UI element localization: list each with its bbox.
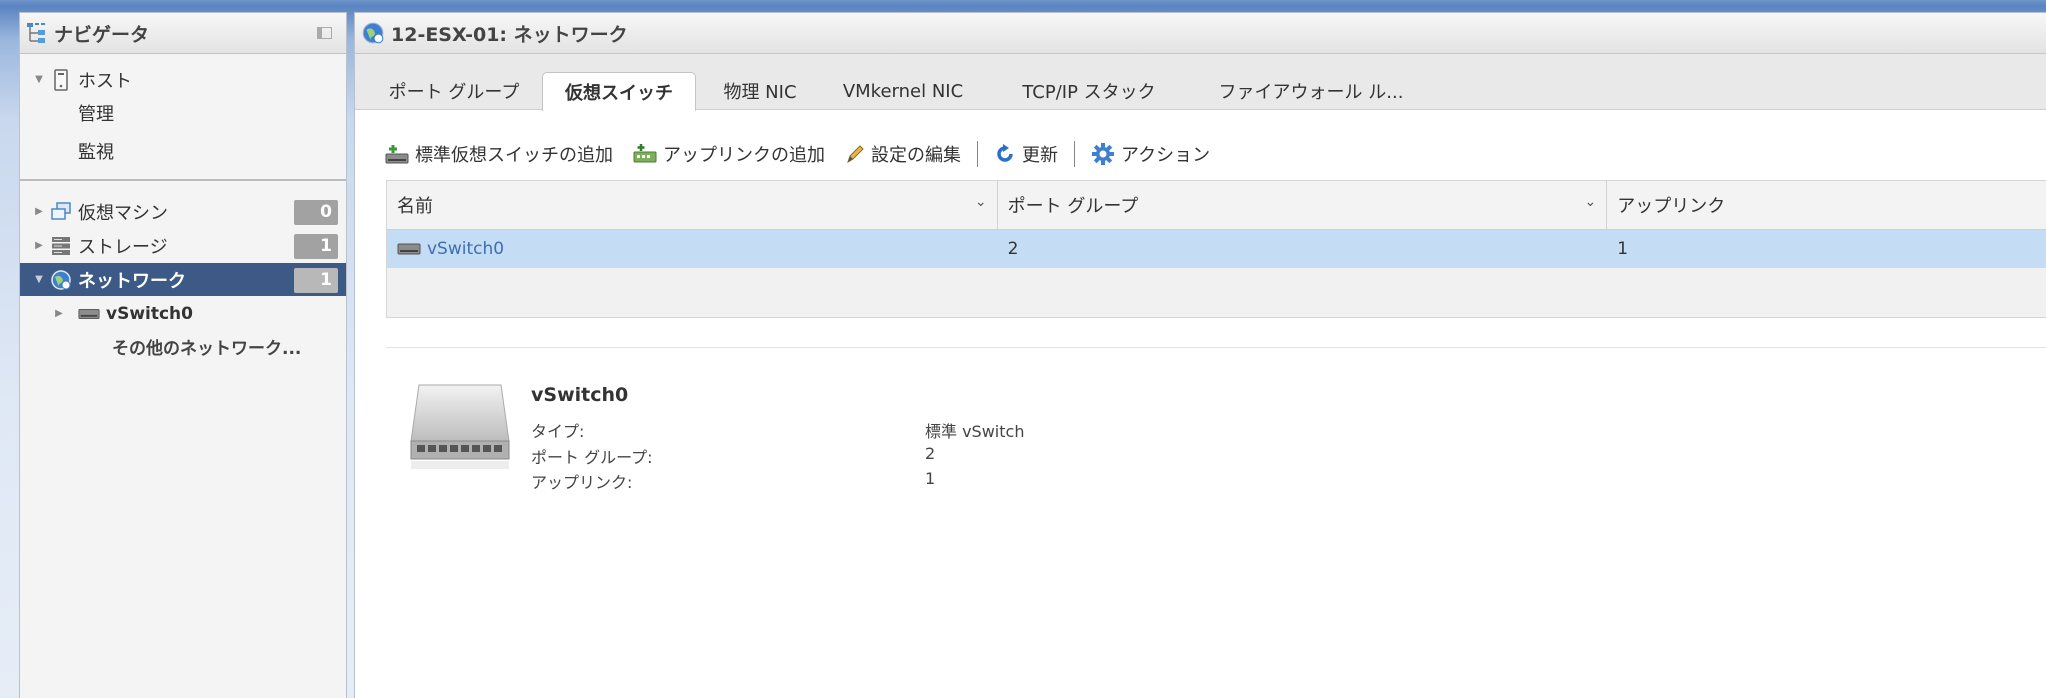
cell-text: 1 (1617, 239, 1629, 259)
table-cell-name[interactable]: vSwitch0 (387, 230, 998, 268)
nav-item-storage[interactable]: ▶ ストレージ 1 (20, 229, 346, 262)
main-panel: 12-ESX-01: ネットワーク ポート グループ 仮想スイッチ 物理 NIC… (354, 12, 2046, 698)
tab-label: ファイアウォール ル... (1218, 82, 1404, 103)
actions-label: アクション (1121, 145, 1211, 166)
nav-item-label: 管理 (78, 103, 114, 125)
navigator-header: ナビゲータ (20, 13, 346, 54)
edit-settings-label: 設定の編集 (871, 145, 961, 166)
cell-text: vSwitch0 (427, 239, 505, 259)
column-header-name[interactable]: 名前 ⌄ (387, 181, 998, 229)
navigator-icon (26, 21, 48, 45)
tab-label: TCP/IP スタック (1022, 82, 1156, 103)
cell-text: 2 (1007, 239, 1019, 259)
column-label: アップリンク (1617, 196, 1726, 217)
nav-item-other-networks[interactable]: その他のネットワーク... (20, 330, 346, 363)
page-title: 12-ESX-01: ネットワーク (391, 23, 628, 46)
add-uplink-button[interactable]: アップリンクの追加 (633, 141, 825, 167)
tab-label: 仮想スイッチ (565, 83, 673, 104)
collapse-navigator-button[interactable] (317, 27, 332, 39)
switch-icon (78, 303, 100, 325)
add-switch-icon (385, 143, 415, 165)
nav-item-label: ホスト (78, 70, 132, 92)
nav-item-vswitch0[interactable]: ▶ vSwitch0 (20, 297, 346, 330)
add-standard-switch-label: 標準仮想スイッチの追加 (415, 145, 613, 166)
network-globe-icon (361, 21, 385, 45)
switch-image-icon (405, 379, 515, 479)
nav-item-label: vSwitch0 (106, 303, 193, 324)
nav-item-host[interactable]: ▼ ホスト (20, 63, 346, 96)
navigator-title: ナビゲータ (54, 23, 150, 46)
switch-icon (397, 242, 421, 256)
tab-label: ポート グループ (388, 82, 520, 103)
main-header: 12-ESX-01: ネットワーク (355, 13, 2046, 54)
add-uplink-icon (633, 143, 663, 165)
toolbar-separator (977, 141, 978, 167)
navigator-divider (20, 179, 346, 181)
storage-count-badge: 1 (294, 234, 338, 259)
gear-icon (1091, 142, 1121, 166)
chevron-down-icon[interactable]: ⌄ (975, 194, 987, 210)
tab-label: 物理 NIC (723, 82, 797, 103)
detail-port-groups-label: ポート グループ: (531, 448, 653, 467)
tab-port-groups[interactable]: ポート グループ (365, 72, 543, 110)
nav-item-label: 仮想マシン (78, 202, 168, 224)
tab-vmkernel-nics[interactable]: VMkernel NIC (823, 72, 983, 110)
chevron-down-icon[interactable]: ⌄ (1585, 194, 1597, 210)
nav-item-label: ネットワーク (78, 270, 186, 292)
column-label: 名前 (397, 196, 433, 217)
refresh-button[interactable]: 更新 (994, 141, 1058, 167)
network-globe-icon (50, 269, 72, 291)
tab-tcpip-stacks[interactable]: TCP/IP スタック (989, 72, 1189, 110)
detail-uplinks-value: 1 (925, 469, 936, 488)
detail-type-label: タイプ: (531, 422, 585, 441)
toolbar-separator (1074, 141, 1075, 167)
actions-button[interactable]: アクション (1091, 141, 1210, 167)
vswitch-table: 名前 ⌄ ポート グループ ⌄ アップリンク vSwitch0 2 1 (386, 180, 2046, 318)
expand-caret-icon[interactable]: ▶ (32, 240, 46, 251)
tab-physical-nics[interactable]: 物理 NIC (703, 72, 817, 110)
detail-port-groups-value: 2 (925, 444, 936, 463)
refresh-label: 更新 (1022, 145, 1058, 166)
tab-bar: ポート グループ 仮想スイッチ 物理 NIC VMkernel NIC TCP/… (355, 54, 2046, 111)
edit-settings-button[interactable]: 設定の編集 (845, 141, 961, 167)
column-header-uplinks[interactable]: アップリンク (1607, 181, 2046, 229)
tab-label: VMkernel NIC (842, 80, 964, 102)
nav-item-label: その他のネットワーク... (112, 339, 302, 359)
pencil-icon (845, 143, 871, 165)
table-row[interactable]: vSwitch0 2 1 (387, 230, 2046, 268)
add-uplink-label: アップリンクの追加 (663, 145, 825, 166)
detail-uplinks-label: アップリンク: (531, 473, 633, 492)
tab-virtual-switches[interactable]: 仮想スイッチ (542, 72, 696, 111)
column-header-port-groups[interactable]: ポート グループ ⌄ (998, 181, 1608, 229)
expand-caret-icon[interactable]: ▶ (52, 308, 66, 319)
tab-firewall-rules[interactable]: ファイアウォール ル... (1195, 72, 1427, 110)
column-label: ポート グループ (1007, 196, 1139, 217)
nav-item-network[interactable]: ▼ ネットワーク 1 (20, 263, 346, 296)
network-count-badge: 1 (294, 268, 338, 293)
section-divider (386, 347, 2046, 348)
nav-item-monitor[interactable]: 監視 (20, 134, 346, 167)
vm-count-badge: 0 (294, 200, 338, 225)
detail-title: vSwitch0 (531, 384, 629, 406)
nav-item-label: 監視 (78, 141, 114, 163)
virtual-machine-icon (50, 201, 72, 223)
collapse-caret-icon[interactable]: ▼ (32, 74, 46, 85)
refresh-icon (994, 143, 1022, 165)
nav-item-manage[interactable]: 管理 (20, 96, 346, 129)
nav-item-virtual-machines[interactable]: ▶ 仮想マシン 0 (20, 195, 346, 228)
table-cell-uplinks: 1 (1607, 230, 2046, 268)
toolbar: 標準仮想スイッチの追加 アップリンクの追加 設定の編集 更新 アクション (385, 139, 1230, 169)
nav-item-label: ストレージ (78, 236, 168, 258)
detail-type-value: 標準 vSwitch (925, 422, 1025, 441)
expand-caret-icon[interactable]: ▶ (32, 206, 46, 217)
collapse-caret-icon[interactable]: ▼ (32, 274, 46, 285)
navigator-panel: ナビゲータ ▼ ホスト 管理 監視 ▶ 仮想マシン 0 ▶ ストレージ 1 ▼ (19, 12, 347, 698)
host-icon (50, 68, 72, 91)
add-standard-switch-button[interactable]: 標準仮想スイッチの追加 (385, 141, 613, 167)
storage-icon (50, 235, 72, 257)
table-header: 名前 ⌄ ポート グループ ⌄ アップリンク (387, 181, 2046, 230)
table-cell-port-groups: 2 (998, 230, 1608, 268)
